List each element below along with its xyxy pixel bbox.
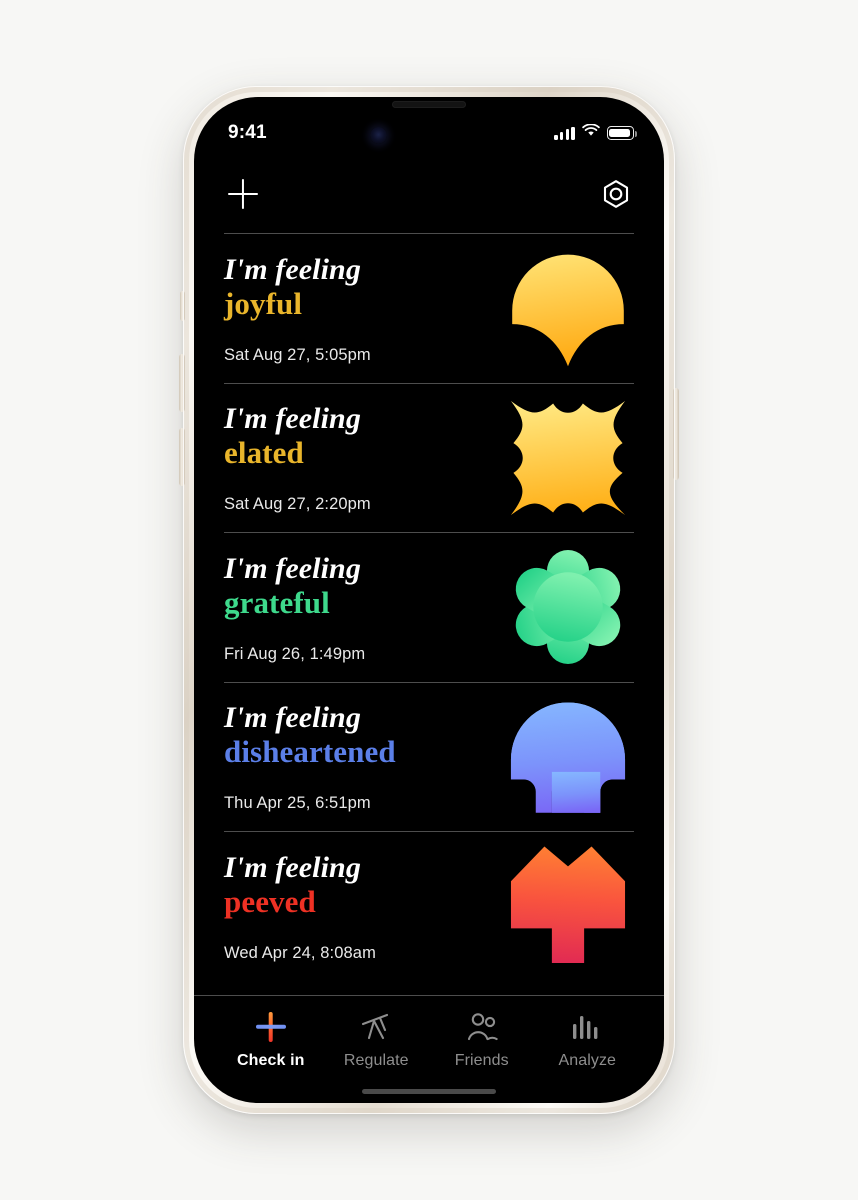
mood-shape-eight-point-burst [506,396,630,520]
list-item[interactable]: I'm feeling peeved Wed Apr 24, 8:08am [224,831,634,981]
feeling-prefix: I'm feeling [224,402,361,436]
telescope-icon [360,1010,392,1043]
top-nav-bar [194,163,664,225]
tab-label: Analyze [558,1052,617,1069]
entry-timestamp: Fri Aug 26, 1:49pm [224,644,366,663]
plus-icon[interactable] [226,177,260,211]
mood-shape-six-petal-flower [506,545,630,669]
tab-label: Regulate [343,1052,409,1069]
power-button[interactable] [673,388,679,480]
entry-text: I'm feeling grateful Fri Aug 26, 1:49pm [224,533,365,682]
bar-chart-icon [571,1010,603,1043]
list-item[interactable]: I'm feeling grateful Fri Aug 26, 1:49pm [224,532,634,682]
status-time: 9:41 [228,122,267,143]
mood-word: elated [224,435,304,471]
status-indicators [554,123,637,142]
phone-screen: 9:41 I'm feeling joyful Sat Aug 27, 5:05… [194,97,664,1103]
notch [344,97,514,127]
mood-shape-notched-polygon [506,844,630,968]
entry-text: I'm feeling disheartened Thu Apr 25, 6:5… [224,683,396,832]
entry-timestamp: Thu Apr 25, 6:51pm [224,794,371,812]
tab-friends[interactable]: Friends [429,1010,535,1070]
list-item[interactable]: I'm feeling elated Sat Aug 27, 2:20pm [224,382,634,533]
feeling-prefix: I'm feeling [224,551,361,585]
two-people-icon [466,1010,498,1043]
tab-label: Friends [454,1052,509,1069]
wifi-icon [582,123,600,142]
mood-word: joyful [224,285,303,321]
volume-down-button[interactable] [179,428,185,486]
phone-frame: 9:41 I'm feeling joyful Sat Aug 27, 5:05… [179,86,679,1114]
mood-word: peeved [224,883,316,919]
mood-shape-dome-drip [506,246,630,370]
entry-timestamp: Sat Aug 27, 2:20pm [224,495,371,513]
entry-timestamp: Sat Aug 27, 5:05pm [224,345,371,364]
front-camera-icon [370,127,387,144]
home-indicator[interactable] [362,1088,496,1094]
tab-regulate[interactable]: Regulate [324,1010,430,1070]
feeling-prefix: I'm feeling [224,850,361,884]
mood-word: grateful [224,584,330,620]
hex-nut-settings-icon[interactable] [600,178,632,210]
volume-up-button[interactable] [179,354,185,412]
silent-switch[interactable] [180,291,185,321]
entry-text: I'm feeling elated Sat Aug 27, 2:20pm [224,384,371,533]
earpiece-speaker [392,101,466,108]
tab-analyze[interactable]: Analyze [535,1010,641,1070]
tab-check-in[interactable]: Check in [218,1010,324,1070]
list-item[interactable]: I'm feeling disheartened Thu Apr 25, 6:5… [224,681,634,832]
battery-icon [607,126,637,140]
mood-entry-list: I'm feeling joyful Sat Aug 27, 5:05pm I'… [194,233,664,995]
feeling-prefix: I'm feeling [224,252,361,286]
tab-bar: Check in Regulate Friends Analyze [194,995,664,1103]
tab-label: Check in [237,1052,305,1069]
entry-timestamp: Wed Apr 24, 8:08am [224,943,376,962]
feeling-prefix: I'm feeling [224,701,361,735]
list-item[interactable]: I'm feeling joyful Sat Aug 27, 5:05pm [224,233,634,383]
entry-text: I'm feeling peeved Wed Apr 24, 8:08am [224,832,376,981]
mood-word: disheartened [224,734,396,770]
entry-text: I'm feeling joyful Sat Aug 27, 5:05pm [224,234,371,383]
cellular-signal-icon [554,126,575,140]
color-plus-icon [255,1010,287,1043]
mood-shape-mushroom [506,695,630,819]
